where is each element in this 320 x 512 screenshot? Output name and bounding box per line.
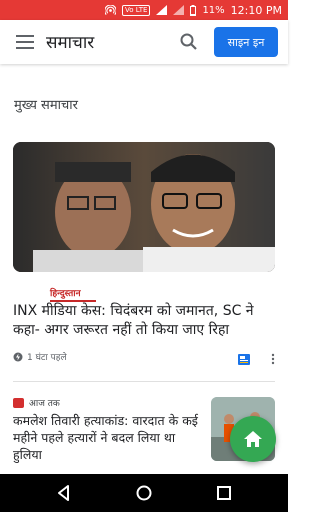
home-fab-button[interactable] [230, 416, 276, 462]
recents-icon[interactable] [214, 483, 234, 503]
divider [13, 381, 275, 382]
search-icon[interactable] [178, 31, 200, 53]
more-options-icon[interactable] [270, 350, 276, 365]
home-nav-icon[interactable] [134, 483, 154, 503]
back-icon[interactable] [54, 483, 74, 503]
story-source-logo: हिन्दुस्तान [50, 286, 96, 302]
volte-icon: Vo LTE [122, 4, 151, 16]
story-headline-2[interactable]: कमलेश तिवारी हत्याकांड: वारदात के कई मही… [13, 412, 203, 463]
story-image[interactable] [13, 142, 275, 272]
battery-percent: 11% [202, 4, 225, 16]
aajtak-logo-icon [13, 397, 24, 408]
story-time: 1 घंटा पहले [27, 353, 67, 363]
menu-icon[interactable] [16, 35, 34, 49]
system-nav-bar [0, 474, 288, 512]
story-meta: 1 घंटा पहले [13, 350, 67, 363]
sign-in-button[interactable]: साइन इन [214, 27, 278, 57]
signal-icon [156, 5, 168, 15]
app-bar: समाचार साइन इन [0, 20, 288, 64]
story-headline[interactable]: INX मीडिया केस: चिदंबरम को जमानत, SC ने … [13, 302, 275, 340]
clock: 12:10 PM [230, 3, 282, 17]
hotspot-icon [105, 4, 117, 16]
section-title: मुख्य समाचार [14, 98, 78, 113]
full-coverage-icon[interactable] [238, 350, 250, 365]
home-icon [244, 431, 262, 447]
signal-icon-2 [173, 5, 185, 15]
story-source: आज तक [13, 396, 60, 409]
bolt-icon [13, 352, 23, 361]
battery-icon [190, 4, 197, 16]
status-bar: Vo LTE 11% 12:10 PM [0, 0, 288, 20]
app-title: समाचार [46, 33, 95, 53]
